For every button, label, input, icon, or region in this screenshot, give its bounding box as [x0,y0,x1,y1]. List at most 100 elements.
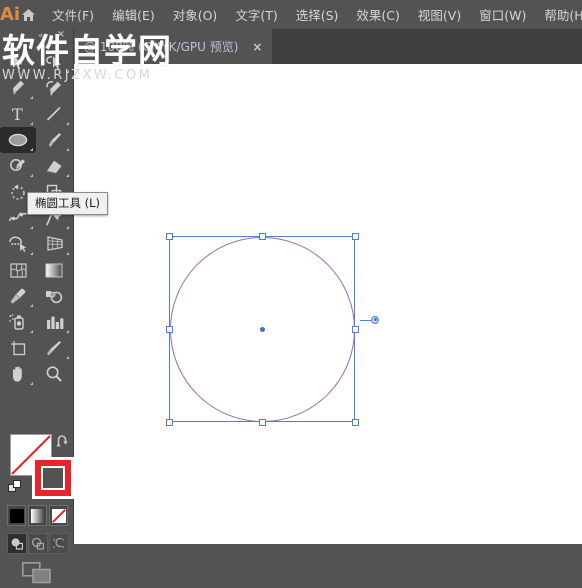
eraser-icon [46,160,62,173]
stroke-swatch[interactable] [32,457,74,499]
handle-bottom-left[interactable] [166,419,173,426]
gradient-tool[interactable] [36,257,72,283]
close-panel-icon[interactable]: × [57,30,65,40]
solid-color-icon [9,508,24,523]
tool-flyout-corner [66,252,69,255]
home-icon[interactable] [20,0,37,29]
tool-flyout-corner [30,122,33,125]
artboard-tool[interactable] [0,335,36,361]
text-t-icon: T [12,105,23,123]
handle-bottom-center[interactable] [259,419,266,426]
tool-flyout-corner [30,382,33,385]
color-controls [0,429,74,584]
tool-flyout-corner [30,174,33,177]
shaper-pencil-icon [9,158,25,171]
default-colors-glyph [8,480,21,492]
paintbrush-tool[interactable] [36,127,72,153]
hand-tool[interactable] [0,361,36,387]
handle-top-right[interactable] [352,233,359,240]
color-mode-button[interactable] [7,505,26,526]
ellipse-tool[interactable] [0,127,36,153]
pen-tool[interactable] [0,75,36,101]
perspective-grid-tool[interactable] [36,231,72,257]
swap-fill-stroke-icon[interactable] [56,433,70,452]
mesh-tool[interactable] [0,257,36,283]
symbol-sprayer-icon [9,314,24,330]
document-tab[interactable]: @ 100% (CMYK/GPU 预览) × [74,29,273,64]
color-mode-buttons [7,505,69,528]
width-warp-icon [8,211,28,221]
handle-middle-right[interactable] [352,326,359,333]
tool-flyout-corner [66,356,69,359]
gradient-mode-button[interactable] [28,505,47,526]
type-tool[interactable]: T [0,101,36,127]
document-tab-bar: @ 100% (CMYK/GPU 预览) × [0,29,582,64]
change-screen-mode-button[interactable] [22,562,52,588]
shape-builder-tool[interactable] [0,231,36,257]
tool-flyout-corner [66,226,69,229]
line-segment-tool[interactable] [36,101,72,127]
mesh-icon [9,262,27,278]
menu-object[interactable]: 对象(O) [164,0,227,29]
tool-tooltip: 椭圆工具 (L) [27,192,109,215]
gradient-icon [45,263,63,277]
magnifier-icon [46,366,62,382]
eraser-tool[interactable] [36,153,72,179]
eyedropper-tool[interactable] [0,283,36,309]
none-slash-icon [51,508,66,523]
collapse-panel-icon[interactable]: «« [38,31,48,41]
paintbrush-icon [48,133,61,147]
direct-selection-tool[interactable] [36,49,72,75]
drawing-mode-buttons [7,533,69,555]
menu-window[interactable]: 窗口(W) [470,0,535,29]
swap-arrow-glyph [56,435,68,447]
screen-mode-icon [22,562,51,584]
artboard-canvas[interactable] [73,64,582,544]
direct-select-cursor-icon [46,55,61,69]
tools-panel: «« × T [0,29,74,584]
curvature-tool[interactable] [36,75,72,101]
shape-builder-icon [9,236,27,252]
tools-panel-header: «« × [0,29,73,47]
menu-select[interactable]: 选择(S) [287,0,348,29]
widget-ring-icon[interactable] [371,316,379,324]
gradient-swatch-icon [30,508,45,523]
zoom-tool[interactable] [36,361,72,387]
handle-middle-left[interactable] [166,326,173,333]
column-graph-tool[interactable] [36,309,72,335]
menu-type[interactable]: 文字(T) [226,0,286,29]
widget-connector-line [360,319,371,321]
slice-tool[interactable] [36,335,72,361]
tool-flyout-corner [66,174,69,177]
handle-bottom-right[interactable] [352,419,359,426]
stroke-swatch-inner [41,466,65,490]
transform-rotate-widget[interactable] [360,316,379,324]
menu-effect[interactable]: 效果(C) [347,0,408,29]
blend-tool[interactable] [36,283,72,309]
handle-top-left[interactable] [166,233,173,240]
line-icon [46,106,61,121]
shaper-tool[interactable] [0,153,36,179]
menu-file[interactable]: 文件(F) [43,0,103,29]
selection-bounding-box [166,233,359,426]
menu-help[interactable]: 帮助(H) [535,0,582,29]
menu-view[interactable]: 视图(V) [409,0,470,29]
default-fill-stroke-icon[interactable] [8,479,22,498]
close-icon[interactable]: × [252,41,262,53]
menu-bar: Ai 文件(F) 编辑(E) 对象(O) 文字(T) 选择(S) 效果(C) 视… [0,0,582,29]
perspective-grid-icon [46,236,63,251]
blend-icon [46,290,63,303]
tool-flyout-corner [30,252,33,255]
slice-knife-icon [47,341,61,356]
menu-edit[interactable]: 编辑(E) [103,0,164,29]
tool-flyout-corner [30,96,33,99]
tool-flyout-corner [30,226,33,229]
symbol-sprayer-tool[interactable] [0,309,36,335]
document-tab-title: @ 100% (CMYK/GPU 预览) [84,40,239,54]
illustrator-logo: Ai [0,4,21,25]
selection-tool[interactable] [0,49,36,75]
home-icon-glyph [22,8,36,21]
none-mode-button[interactable] [49,505,68,526]
handle-top-center[interactable] [259,233,266,240]
shape-center-point [260,327,265,332]
